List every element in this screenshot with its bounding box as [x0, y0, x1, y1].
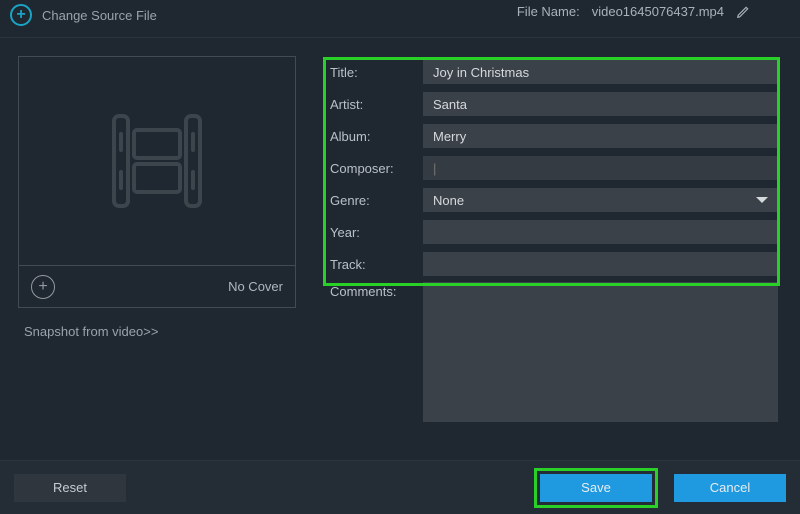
field-artist: Artist: [330, 88, 778, 120]
footer-bar: Reset Save Cancel [0, 460, 800, 514]
plus-circle-icon: + [10, 4, 32, 26]
title-input[interactable] [423, 60, 778, 84]
genre-value: None [433, 193, 464, 208]
cover-toolbar: + No Cover [18, 266, 296, 308]
chevron-down-icon [756, 197, 768, 203]
comments-label: Comments: [330, 282, 415, 299]
track-label: Track: [330, 257, 415, 272]
composer-label: Composer: [330, 161, 415, 176]
artist-input[interactable] [423, 92, 778, 116]
change-source-label: Change Source File [42, 8, 157, 23]
artist-label: Artist: [330, 97, 415, 112]
genre-select[interactable]: None [423, 188, 778, 212]
field-comments: Comments: [330, 282, 778, 422]
composer-input[interactable] [423, 156, 778, 180]
album-input[interactable] [423, 124, 778, 148]
cover-preview [18, 56, 296, 266]
file-name-display: File Name: video1645076437.mp4 [517, 4, 750, 19]
field-genre: Genre: None [330, 184, 778, 216]
save-button[interactable]: Save [540, 474, 652, 502]
file-name-value: video1645076437.mp4 [592, 4, 724, 19]
field-title: Title: [330, 56, 778, 88]
metadata-form: Title: Artist: Album: Composer: Genre: N… [300, 56, 788, 422]
film-icon [102, 106, 212, 216]
year-label: Year: [330, 225, 415, 240]
track-input[interactable] [423, 252, 778, 276]
reset-button[interactable]: Reset [14, 474, 126, 502]
header-bar: + Change Source File File Name: video164… [0, 0, 800, 36]
change-source-button[interactable]: + Change Source File [10, 4, 157, 26]
add-cover-button[interactable]: + [31, 275, 55, 299]
field-composer: Composer: [330, 152, 778, 184]
cover-panel: + No Cover Snapshot from video>> [18, 56, 300, 422]
main-area: + No Cover Snapshot from video>> Title: … [0, 38, 800, 422]
no-cover-label: No Cover [228, 279, 283, 294]
file-name-label: File Name: [517, 4, 580, 19]
save-highlight: Save [534, 468, 658, 508]
comments-input[interactable] [423, 282, 778, 422]
year-input[interactable] [423, 220, 778, 244]
genre-label: Genre: [330, 193, 415, 208]
cancel-button[interactable]: Cancel [674, 474, 786, 502]
pencil-icon[interactable] [736, 5, 750, 19]
field-album: Album: [330, 120, 778, 152]
field-track: Track: [330, 248, 778, 280]
title-label: Title: [330, 65, 415, 80]
field-year: Year: [330, 216, 778, 248]
snapshot-from-video-link[interactable]: Snapshot from video>> [24, 324, 300, 339]
album-label: Album: [330, 129, 415, 144]
